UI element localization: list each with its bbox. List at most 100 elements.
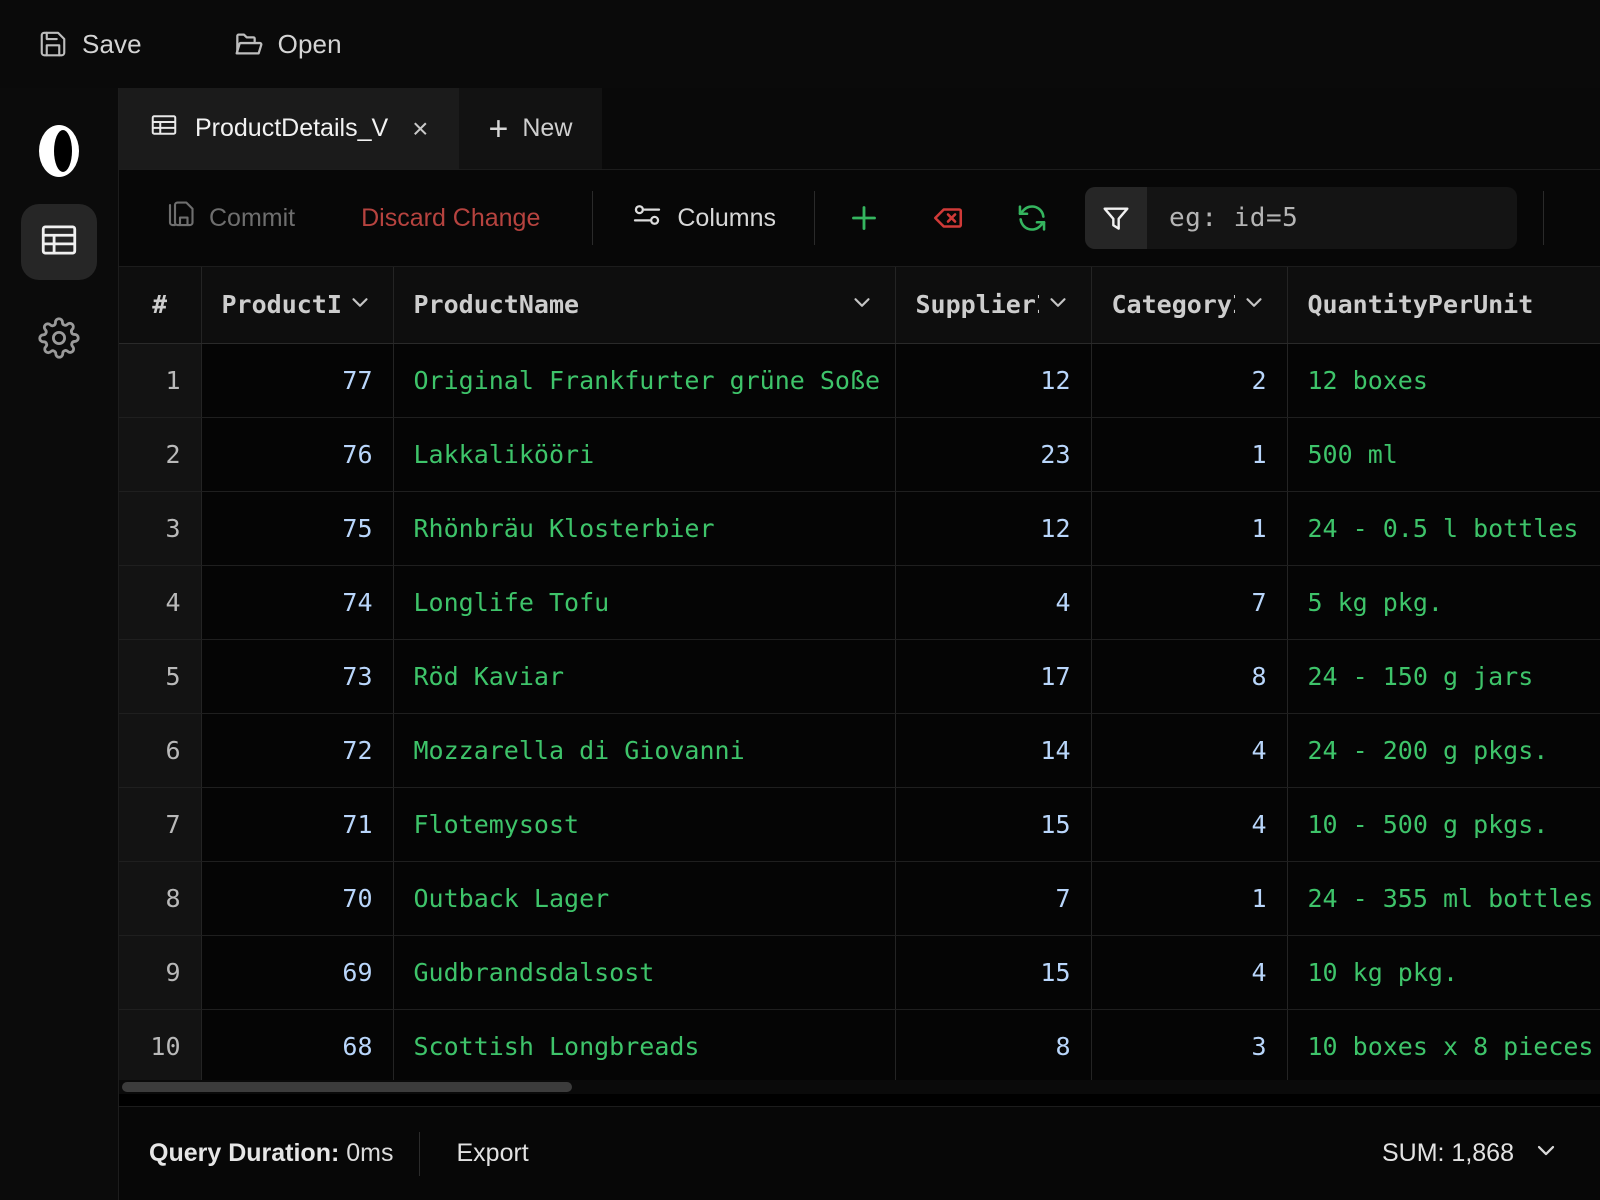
tab-label: ProductDetails_V xyxy=(195,114,388,143)
discard-change-button[interactable]: Discard Change xyxy=(345,194,556,243)
cell-productname[interactable]: Röd Kaviar xyxy=(393,639,895,713)
column-header-productid[interactable]: ProductID xyxy=(201,267,393,343)
chevron-down-icon[interactable] xyxy=(1045,289,1071,321)
cell-quantityperunit[interactable]: 24 - 0.5 l bottles xyxy=(1287,491,1600,565)
commit-button[interactable]: Commit xyxy=(149,190,311,247)
cell-categoryid[interactable]: 1 xyxy=(1091,417,1287,491)
cell-categoryid[interactable]: 8 xyxy=(1091,639,1287,713)
cell-quantityperunit[interactable]: 24 - 355 ml bottles xyxy=(1287,861,1600,935)
cell-productname[interactable]: Outback Lager xyxy=(393,861,895,935)
cell-supplierid[interactable]: 14 xyxy=(895,713,1091,787)
cell-productname[interactable]: Mozzarella di Giovanni xyxy=(393,713,895,787)
sidebar-item-tables[interactable] xyxy=(21,204,97,280)
filter-icon[interactable] xyxy=(1085,187,1147,249)
tab-productdetails-v[interactable]: ProductDetails_V × xyxy=(119,88,459,169)
cell-quantityperunit[interactable]: 5 kg pkg. xyxy=(1287,565,1600,639)
refresh-button[interactable] xyxy=(1005,191,1059,245)
cell-categoryid[interactable]: 4 xyxy=(1091,935,1287,1009)
commit-icon xyxy=(165,200,195,237)
cell-quantityperunit[interactable]: 500 ml xyxy=(1287,417,1600,491)
cell-supplierid[interactable]: 15 xyxy=(895,787,1091,861)
column-header-rowno[interactable]: # xyxy=(119,267,201,343)
sum-selector[interactable]: SUM: 1,868 xyxy=(1372,1130,1570,1177)
cell-categoryid[interactable]: 3 xyxy=(1091,1009,1287,1083)
column-header-quantityperunit[interactable]: QuantityPerUnit xyxy=(1287,267,1600,343)
cell-productid[interactable]: 73 xyxy=(201,639,393,713)
open-button[interactable]: Open xyxy=(214,20,360,68)
horizontal-scrollbar[interactable] xyxy=(119,1080,1600,1094)
new-tab-button[interactable]: + New xyxy=(459,88,603,169)
status-divider xyxy=(419,1132,420,1176)
table-icon xyxy=(149,110,179,147)
cell-productid[interactable]: 71 xyxy=(201,787,393,861)
table-row[interactable]: 672Mozzarella di Giovanni14424 - 200 g p… xyxy=(119,713,1600,787)
add-row-button[interactable] xyxy=(837,191,891,245)
chevron-down-icon[interactable] xyxy=(1241,289,1267,321)
left-rail xyxy=(0,88,119,1200)
table-row[interactable]: 474Longlife Tofu475 kg pkg. xyxy=(119,565,1600,639)
cell-productname[interactable]: Longlife Tofu xyxy=(393,565,895,639)
cell-categoryid[interactable]: 4 xyxy=(1091,787,1287,861)
chevron-down-icon[interactable] xyxy=(849,289,875,321)
cell-productname[interactable]: Lakkalikööri xyxy=(393,417,895,491)
cell-quantityperunit[interactable]: 24 - 200 g pkgs. xyxy=(1287,713,1600,787)
table-row[interactable]: 276Lakkalikööri231500 ml xyxy=(119,417,1600,491)
cell-productid[interactable]: 69 xyxy=(201,935,393,1009)
delete-row-button[interactable] xyxy=(921,191,975,245)
cell-supplierid[interactable]: 17 xyxy=(895,639,1091,713)
cell-productname[interactable]: Rhönbräu Klosterbier xyxy=(393,491,895,565)
cell-productname[interactable]: Original Frankfurter grüne Soße xyxy=(393,343,895,417)
cell-quantityperunit[interactable]: 10 boxes x 8 pieces xyxy=(1287,1009,1600,1083)
column-header-productname[interactable]: ProductName xyxy=(393,267,895,343)
save-button[interactable]: Save xyxy=(20,21,160,68)
table-row[interactable]: 375Rhönbräu Klosterbier12124 - 0.5 l bot… xyxy=(119,491,1600,565)
plus-icon: + xyxy=(489,112,509,146)
cell-categoryid[interactable]: 2 xyxy=(1091,343,1287,417)
cell-quantityperunit[interactable]: 10 - 500 g pkgs. xyxy=(1287,787,1600,861)
cell-productid[interactable]: 74 xyxy=(201,565,393,639)
cell-supplierid[interactable]: 23 xyxy=(895,417,1091,491)
table-row[interactable]: 969Gudbrandsdalsost15410 kg pkg. xyxy=(119,935,1600,1009)
cell-productid[interactable]: 76 xyxy=(201,417,393,491)
table-row[interactable]: 177Original Frankfurter grüne Soße12212 … xyxy=(119,343,1600,417)
cell-productname[interactable]: Gudbrandsdalsost xyxy=(393,935,895,1009)
cell-quantityperunit[interactable]: 24 - 150 g jars xyxy=(1287,639,1600,713)
cell-supplierid[interactable]: 8 xyxy=(895,1009,1091,1083)
columns-button[interactable]: Columns xyxy=(615,189,792,248)
cell-productname[interactable]: Scottish Longbreads xyxy=(393,1009,895,1083)
sidebar-item-settings[interactable] xyxy=(21,302,97,378)
chevron-down-icon[interactable] xyxy=(347,289,373,321)
table-row[interactable]: 870Outback Lager7124 - 355 ml bottles xyxy=(119,861,1600,935)
row-number: 3 xyxy=(119,491,201,565)
cell-supplierid[interactable]: 4 xyxy=(895,565,1091,639)
cell-productid[interactable]: 68 xyxy=(201,1009,393,1083)
filter-input[interactable] xyxy=(1147,187,1517,249)
cell-quantityperunit[interactable]: 12 boxes xyxy=(1287,343,1600,417)
cell-supplierid[interactable]: 7 xyxy=(895,861,1091,935)
table-row[interactable]: 1068Scottish Longbreads8310 boxes x 8 pi… xyxy=(119,1009,1600,1083)
cell-categoryid[interactable]: 1 xyxy=(1091,861,1287,935)
close-icon[interactable]: × xyxy=(404,113,436,145)
discard-change-label: Discard Change xyxy=(361,204,540,233)
cell-productname[interactable]: Flotemysost xyxy=(393,787,895,861)
scrollbar-thumb[interactable] xyxy=(122,1082,572,1092)
column-header-categoryid[interactable]: CategoryI xyxy=(1091,267,1287,343)
table-row[interactable]: 573Röd Kaviar17824 - 150 g jars xyxy=(119,639,1600,713)
cell-supplierid[interactable]: 15 xyxy=(895,935,1091,1009)
cell-categoryid[interactable]: 1 xyxy=(1091,491,1287,565)
cell-productid[interactable]: 77 xyxy=(201,343,393,417)
cell-supplierid[interactable]: 12 xyxy=(895,491,1091,565)
export-button[interactable]: Export xyxy=(446,1133,538,1174)
open-label: Open xyxy=(278,29,342,60)
cell-supplierid[interactable]: 12 xyxy=(895,343,1091,417)
app-logo-icon xyxy=(31,120,87,182)
column-header-supplierid[interactable]: SupplierI xyxy=(895,267,1091,343)
table-row[interactable]: 771Flotemysost15410 - 500 g pkgs. xyxy=(119,787,1600,861)
cell-productid[interactable]: 72 xyxy=(201,713,393,787)
app-root: Save Open xyxy=(0,0,1600,1200)
cell-categoryid[interactable]: 4 xyxy=(1091,713,1287,787)
cell-quantityperunit[interactable]: 10 kg pkg. xyxy=(1287,935,1600,1009)
cell-categoryid[interactable]: 7 xyxy=(1091,565,1287,639)
cell-productid[interactable]: 70 xyxy=(201,861,393,935)
cell-productid[interactable]: 75 xyxy=(201,491,393,565)
